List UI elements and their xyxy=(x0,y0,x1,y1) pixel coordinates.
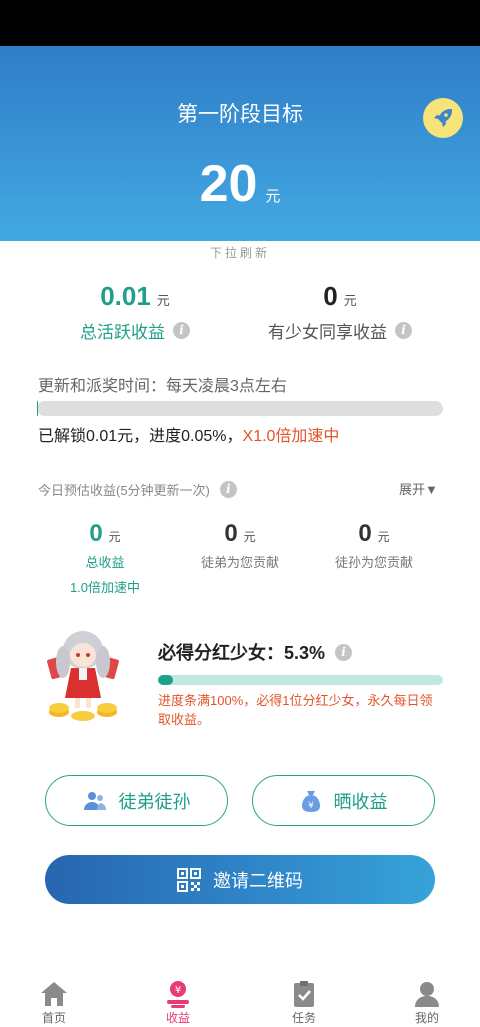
accel-text: X1.0倍加速中 xyxy=(242,428,340,445)
income-icon: ¥ xyxy=(167,981,189,1008)
disciples-button[interactable]: 徒弟徒孙 xyxy=(45,775,228,826)
bonus-description: 进度条满100%，必得1位分红少女，永久每日领取收益。 xyxy=(158,693,433,727)
svg-text:¥: ¥ xyxy=(308,801,314,811)
status-bar xyxy=(0,0,480,46)
stage-goal-amount: 20 元 xyxy=(0,156,480,212)
bottom-tab-bar: 首页 ¥ 收益 任务 我的 xyxy=(0,975,480,1027)
disciple-contribution: 0元 徒弟为您贡献 xyxy=(180,520,300,571)
pull-to-refresh-hint: 下拉刷新 xyxy=(209,246,270,260)
info-icon[interactable]: i xyxy=(335,643,353,661)
bonus-girl-percent: 5.3% xyxy=(284,643,326,663)
people-icon xyxy=(83,791,106,810)
disciples-button-label: 徒弟徒孙 xyxy=(118,791,191,812)
expand-toggle[interactable]: 展开▼ xyxy=(399,479,438,498)
stage-goal-title: 第一阶段目标 xyxy=(177,103,303,126)
today-total-income: 0元 总收益 1.0倍加速中 xyxy=(45,520,165,596)
svg-text:¥: ¥ xyxy=(175,985,181,996)
goal-amount-value: 20 xyxy=(199,155,258,213)
tab-me-label: 我的 xyxy=(414,1011,439,1025)
girl-share-label: 有少女同享收益 xyxy=(268,323,387,342)
today-total-accel: 1.0倍加速中 xyxy=(69,580,141,595)
qr-code-icon xyxy=(177,867,201,892)
tab-tasks[interactable]: 任务 xyxy=(264,975,344,1026)
info-icon[interactable]: i xyxy=(395,322,412,339)
info-icon[interactable]: i xyxy=(173,322,190,339)
girl-share-value: 0元 xyxy=(323,281,357,311)
active-income-stat: 0.01 元 总活跃收益 i xyxy=(55,281,215,343)
tab-home[interactable]: 首页 xyxy=(14,975,94,1026)
tab-me[interactable]: 我的 xyxy=(387,975,467,1026)
tab-income-label: 收益 xyxy=(165,1011,190,1025)
girl-share-stat: 0元 有少女同享收益 i xyxy=(255,281,425,343)
unlock-status: 已解锁0.01元，进度0.05%，X1.0倍加速中 xyxy=(38,422,339,446)
unlock-progress-bar xyxy=(37,401,443,416)
show-income-button-label: 晒收益 xyxy=(333,791,388,812)
home-icon xyxy=(41,982,67,1006)
invite-qr-button[interactable]: 邀请二维码 xyxy=(45,855,435,904)
bonus-progress-bar xyxy=(158,675,443,685)
goal-amount-unit: 元 xyxy=(265,188,281,205)
today-estimate-header: 今日预估收益(5分钟更新一次) i xyxy=(38,480,237,499)
info-icon[interactable]: i xyxy=(219,481,237,498)
today-total-label: 总收益 xyxy=(85,555,125,570)
bonus-progress-fill xyxy=(158,675,174,685)
update-time-text: 更新和派奖时间：每天凌晨3点左右 xyxy=(38,378,287,395)
money-bag-icon: ¥ xyxy=(301,790,320,812)
tab-home-label: 首页 xyxy=(41,1011,66,1025)
active-income-label: 总活跃收益 xyxy=(80,323,165,342)
unlock-text: 已解锁0.01元，进度0.05%， xyxy=(38,428,243,445)
show-income-button[interactable]: ¥ 晒收益 xyxy=(252,775,435,826)
today-estimate-title: 今日预估收益(5分钟更新一次) xyxy=(38,483,210,498)
rocket-icon[interactable] xyxy=(423,98,463,138)
active-income-value: 0.01 元 xyxy=(100,281,170,311)
disciple-contribution-label: 徒弟为您贡献 xyxy=(200,555,279,570)
bonus-girl-avatar xyxy=(45,628,121,722)
clipboard-check-icon xyxy=(294,981,314,1007)
bonus-girl-title: 必得分红少女： xyxy=(158,643,284,663)
invite-qr-button-label: 邀请二维码 xyxy=(213,870,303,891)
grand-disciple-contribution: 0元 徒孙为您贡献 xyxy=(314,520,434,571)
bonus-girl-header: 必得分红少女：5.3% i xyxy=(158,639,353,665)
tab-income[interactable]: ¥ 收益 xyxy=(138,975,218,1026)
hero-banner: 第一阶段目标 20 元 xyxy=(0,46,480,241)
user-icon xyxy=(415,982,439,1007)
tab-tasks-label: 任务 xyxy=(291,1011,316,1025)
grand-disciple-contribution-label: 徒孙为您贡献 xyxy=(334,555,413,570)
